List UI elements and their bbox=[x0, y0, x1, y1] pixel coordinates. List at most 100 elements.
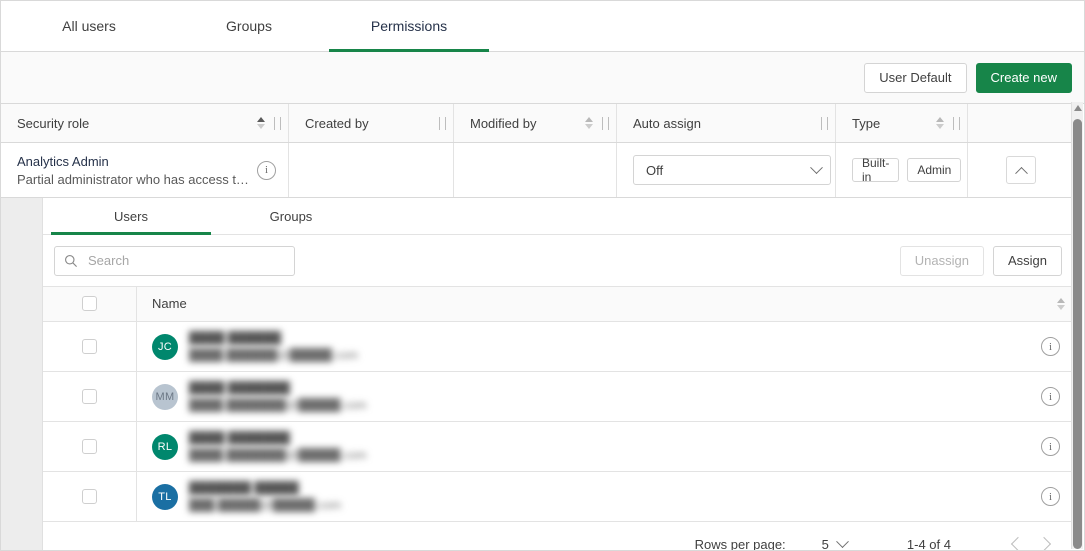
scrollbar-thumb[interactable] bbox=[1073, 119, 1082, 549]
users-table-header: Name bbox=[43, 286, 1074, 322]
pagination-range: 1-4 of 4 bbox=[907, 537, 951, 551]
main-tab-bar: All users Groups Permissions bbox=[1, 1, 1084, 52]
type-tag-built-in: Built-in bbox=[852, 158, 899, 182]
chevron-down-icon bbox=[810, 161, 823, 174]
column-header-security-role[interactable]: Security role bbox=[1, 104, 289, 142]
column-header-created-by[interactable]: Created by bbox=[289, 104, 454, 142]
role-type-cell: Built-in Admin bbox=[836, 143, 968, 197]
next-page-button[interactable] bbox=[1031, 539, 1057, 549]
role-modified-by-cell bbox=[454, 143, 617, 197]
user-default-button[interactable]: User Default bbox=[864, 63, 966, 93]
user-texts: ████ ██████ ████.██████@█████.com bbox=[189, 331, 1041, 362]
create-new-button[interactable]: Create new bbox=[976, 63, 1072, 93]
user-name: ████ ███████ bbox=[189, 381, 1041, 395]
select-all-checkbox[interactable] bbox=[82, 296, 97, 311]
chevron-down-icon bbox=[836, 535, 849, 548]
search-icon bbox=[64, 254, 78, 268]
tab-detail-users[interactable]: Users bbox=[51, 198, 211, 234]
tab-detail-groups-label: Groups bbox=[270, 209, 313, 224]
column-header-type[interactable]: Type bbox=[836, 104, 968, 142]
tab-groups[interactable]: Groups bbox=[169, 1, 329, 51]
type-tag-admin: Admin bbox=[907, 158, 961, 182]
scroll-up-arrow-icon[interactable] bbox=[1074, 105, 1082, 111]
tab-detail-groups[interactable]: Groups bbox=[211, 198, 371, 234]
column-header-auto-assign-label: Auto assign bbox=[633, 116, 821, 131]
permissions-page: All users Groups Permissions User Defaul… bbox=[0, 0, 1085, 551]
sort-icon[interactable] bbox=[585, 117, 593, 129]
row-select-cell bbox=[43, 472, 137, 521]
user-name: ███████ █████ bbox=[189, 481, 1041, 495]
column-header-security-role-label: Security role bbox=[17, 116, 257, 131]
row-checkbox[interactable] bbox=[82, 389, 97, 404]
role-detail-panel: Users Groups Unassign bbox=[1, 198, 1074, 551]
column-header-name[interactable]: Name bbox=[137, 287, 1074, 321]
column-header-type-label: Type bbox=[852, 116, 936, 131]
avatar: MM bbox=[152, 384, 178, 410]
sort-ascending-icon[interactable] bbox=[257, 117, 265, 129]
tab-detail-users-label: Users bbox=[114, 209, 148, 224]
users-table-body: JC ████ ██████ ████.██████@█████.com i bbox=[43, 322, 1074, 522]
role-description: Partial administrator who has access t… bbox=[17, 172, 257, 187]
table-row[interactable]: JC ████ ██████ ████.██████@█████.com i bbox=[43, 322, 1074, 372]
table-row[interactable]: MM ████ ███████ ████.███████@█████.com i bbox=[43, 372, 1074, 422]
tab-all-users[interactable]: All users bbox=[9, 1, 169, 51]
select-all-cell bbox=[43, 287, 137, 321]
role-expand-cell bbox=[968, 143, 1074, 197]
tab-groups-label: Groups bbox=[226, 18, 272, 34]
vertical-scrollbar[interactable] bbox=[1071, 102, 1083, 549]
user-name: ████ ███████ bbox=[189, 431, 1041, 445]
info-circle-icon[interactable]: i bbox=[1041, 437, 1060, 456]
column-resize-handle[interactable] bbox=[602, 117, 609, 130]
row-checkbox[interactable] bbox=[82, 439, 97, 454]
user-cell: TL ███████ █████ ███.█████@█████.com i bbox=[137, 472, 1074, 521]
assign-button[interactable]: Assign bbox=[993, 246, 1062, 276]
sort-icon[interactable] bbox=[936, 117, 944, 129]
avatar: TL bbox=[152, 484, 178, 510]
column-resize-handle[interactable] bbox=[953, 117, 960, 130]
chevron-right-icon bbox=[1037, 537, 1051, 551]
rows-per-page-select[interactable]: 5 bbox=[822, 537, 847, 551]
security-role-row[interactable]: Analytics Admin Partial administrator wh… bbox=[1, 143, 1074, 198]
unassign-button[interactable]: Unassign bbox=[900, 246, 984, 276]
row-checkbox[interactable] bbox=[82, 339, 97, 354]
user-name: ████ ██████ bbox=[189, 331, 1041, 345]
pagination-bar: Rows per page: 5 1-4 of 4 bbox=[43, 522, 1074, 551]
user-cell: MM ████ ███████ ████.███████@█████.com i bbox=[137, 372, 1074, 421]
column-resize-handle[interactable] bbox=[821, 117, 828, 130]
collapse-row-button[interactable] bbox=[1006, 156, 1036, 184]
column-header-name-label: Name bbox=[152, 296, 1057, 311]
row-select-cell bbox=[43, 422, 137, 471]
detail-tab-bar: Users Groups bbox=[43, 198, 1074, 235]
chevron-left-icon bbox=[1011, 537, 1025, 551]
sort-icon[interactable] bbox=[1057, 298, 1065, 310]
column-resize-handle[interactable] bbox=[439, 117, 446, 130]
auto-assign-value: Off bbox=[646, 163, 812, 178]
avatar: RL bbox=[152, 434, 178, 460]
row-checkbox[interactable] bbox=[82, 489, 97, 504]
tab-all-users-label: All users bbox=[62, 18, 116, 34]
table-row[interactable]: TL ███████ █████ ███.█████@█████.com i bbox=[43, 472, 1074, 522]
user-cell: RL ████ ███████ ████.███████@█████.com i bbox=[137, 422, 1074, 471]
column-header-modified-by[interactable]: Modified by bbox=[454, 104, 617, 142]
column-header-auto-assign[interactable]: Auto assign bbox=[617, 104, 836, 142]
row-select-cell bbox=[43, 372, 137, 421]
previous-page-button[interactable] bbox=[1005, 539, 1031, 549]
search-input[interactable] bbox=[86, 252, 285, 269]
role-name-cell: Analytics Admin Partial administrator wh… bbox=[1, 143, 289, 197]
security-roles-table-header: Security role Created by Modified by Aut… bbox=[1, 104, 1074, 143]
row-select-cell bbox=[43, 322, 137, 371]
tab-permissions[interactable]: Permissions bbox=[329, 1, 489, 51]
info-circle-icon[interactable]: i bbox=[257, 161, 276, 180]
search-box[interactable] bbox=[54, 246, 295, 276]
user-email: ████.███████@█████.com bbox=[189, 398, 1041, 412]
info-circle-icon[interactable]: i bbox=[1041, 337, 1060, 356]
role-name: Analytics Admin bbox=[17, 154, 257, 169]
rows-per-page-value: 5 bbox=[822, 537, 829, 551]
info-circle-icon[interactable]: i bbox=[1041, 387, 1060, 406]
role-auto-assign-cell: Off bbox=[617, 143, 836, 197]
role-created-by-cell bbox=[289, 143, 454, 197]
column-resize-handle[interactable] bbox=[274, 117, 281, 130]
info-circle-icon[interactable]: i bbox=[1041, 487, 1060, 506]
table-row[interactable]: RL ████ ███████ ████.███████@█████.com i bbox=[43, 422, 1074, 472]
auto-assign-select[interactable]: Off bbox=[633, 155, 831, 185]
